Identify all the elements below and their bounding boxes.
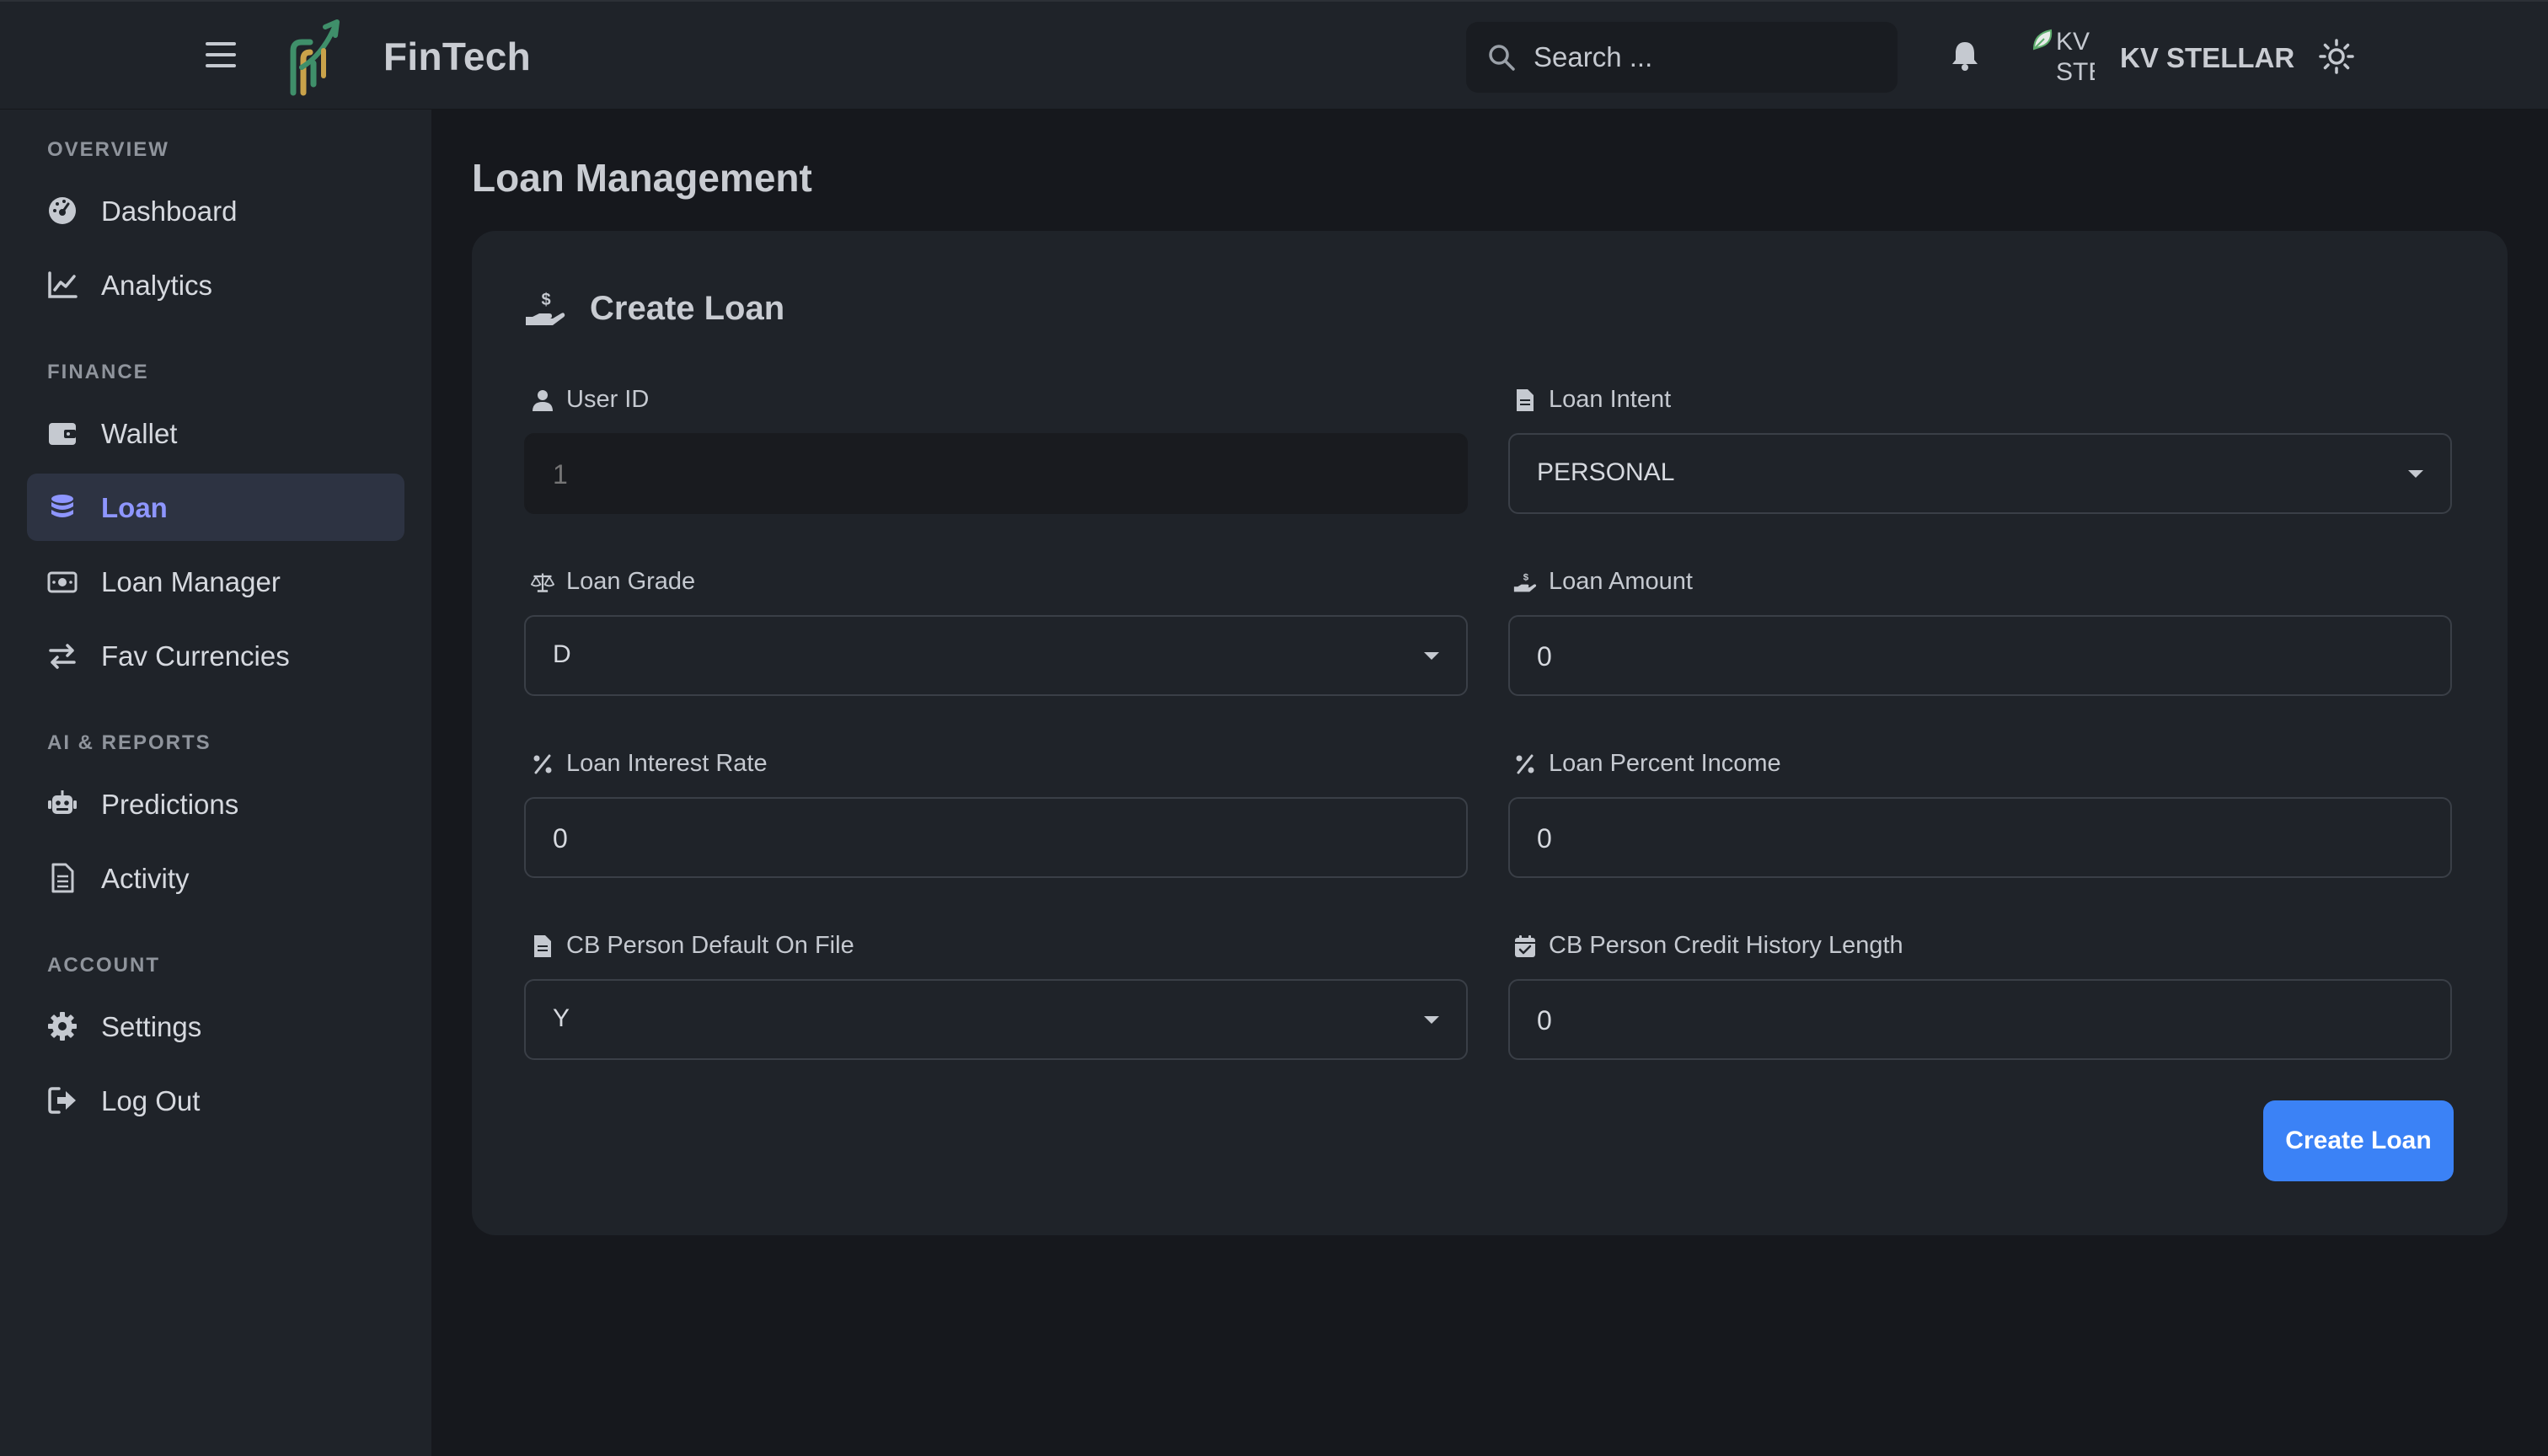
sidebar-item-loan[interactable]: Loan bbox=[27, 474, 404, 541]
create-loan-card: $ Create Loan User ID Loan Intent PERSO bbox=[472, 231, 2508, 1235]
default-on-file-label: CB Person Default On File bbox=[531, 932, 854, 960]
card-title: Create Loan bbox=[590, 290, 785, 327]
logout-icon bbox=[48, 1087, 76, 1114]
top-bar: FinTech KV STELLAR KV STELLAR bbox=[0, 0, 2548, 110]
user-name[interactable]: KV STELLAR bbox=[2120, 42, 2294, 74]
sidebar-item-label: Activity bbox=[101, 863, 190, 894]
sidebar-item-label: Wallet bbox=[101, 418, 178, 449]
user-id-label: User ID bbox=[531, 386, 649, 414]
avatar[interactable]: KV STELLAR bbox=[2031, 24, 2095, 88]
sidebar-item-label: Loan bbox=[101, 492, 168, 523]
credit-history-length-label: CB Person Credit History Length bbox=[1513, 932, 1903, 960]
loan-percent-income-input[interactable] bbox=[1537, 816, 2413, 861]
loan-interest-rate-field[interactable] bbox=[524, 797, 1468, 878]
sidebar-item-dashboard[interactable]: Dashboard bbox=[27, 177, 404, 244]
fintech-logo[interactable] bbox=[285, 17, 347, 98]
money-bill-icon bbox=[47, 571, 78, 593]
section-label-finance: FINANCE bbox=[47, 361, 149, 383]
file-icon bbox=[534, 934, 551, 957]
calendar-check-icon bbox=[1515, 934, 1535, 957]
bell-icon[interactable] bbox=[1948, 39, 1982, 72]
file-lines-icon bbox=[51, 863, 74, 893]
loan-amount-label: $ Loan Amount bbox=[1513, 568, 1693, 596]
loan-interest-rate-label: Loan Interest Rate bbox=[531, 750, 768, 778]
search-box[interactable] bbox=[1466, 22, 1898, 93]
sidebar-item-label: Predictions bbox=[101, 789, 239, 820]
coins-icon bbox=[51, 495, 73, 517]
loan-intent-label: Loan Intent bbox=[1513, 386, 1671, 414]
section-label-overview: OVERVIEW bbox=[47, 138, 169, 161]
section-label-account: ACCOUNT bbox=[47, 954, 160, 977]
hand-dollar-icon: $ bbox=[1513, 572, 1537, 592]
sidebar-item-settings[interactable]: Settings bbox=[27, 993, 404, 1060]
sidebar-item-label: Settings bbox=[101, 1011, 202, 1042]
brand-name: FinTech bbox=[383, 35, 532, 78]
user-id-input[interactable] bbox=[553, 452, 1429, 497]
chart-line-icon bbox=[48, 271, 78, 298]
sidebar-item-label: Loan Manager bbox=[101, 566, 281, 597]
caret-down-icon bbox=[2408, 470, 2423, 478]
sidebar: OVERVIEW Dashboard Analytics FINANCE Wal… bbox=[0, 110, 431, 1456]
gear-icon bbox=[48, 1012, 77, 1041]
sun-icon[interactable] bbox=[2319, 39, 2354, 74]
loan-percent-income-label: Loan Percent Income bbox=[1513, 750, 1781, 778]
caret-down-icon bbox=[1424, 652, 1439, 660]
svg-text:$: $ bbox=[1523, 572, 1529, 582]
scale-icon bbox=[531, 573, 554, 592]
default-on-file-value: Y bbox=[553, 1004, 570, 1032]
gauge-icon bbox=[49, 197, 76, 224]
user-id-field[interactable] bbox=[524, 433, 1468, 514]
search-input[interactable] bbox=[1534, 35, 1871, 79]
search-icon bbox=[1489, 45, 1515, 71]
page-title: Loan Management bbox=[472, 156, 812, 200]
loan-intent-value: PERSONAL bbox=[1537, 458, 1675, 486]
loan-amount-input[interactable] bbox=[1537, 634, 2413, 679]
loan-grade-select[interactable]: D bbox=[524, 615, 1468, 696]
sidebar-item-fav-currencies[interactable]: Fav Currencies bbox=[27, 622, 404, 689]
sidebar-item-activity[interactable]: Activity bbox=[27, 844, 404, 912]
exchange-icon bbox=[49, 644, 76, 669]
menu-toggle-icon[interactable] bbox=[206, 42, 236, 67]
loan-intent-select[interactable]: PERSONAL bbox=[1508, 433, 2452, 514]
svg-text:$: $ bbox=[541, 291, 550, 309]
credit-history-length-field[interactable] bbox=[1508, 979, 2452, 1060]
loan-interest-rate-input[interactable] bbox=[553, 816, 1429, 861]
hand-dollar-icon: $ bbox=[526, 291, 565, 325]
avatar-alt-text: KV STELLAR bbox=[2056, 28, 2095, 86]
sidebar-item-predictions[interactable]: Predictions bbox=[27, 770, 404, 838]
percent-icon bbox=[1516, 754, 1534, 774]
file-icon bbox=[1517, 388, 1534, 411]
sidebar-item-loan-manager[interactable]: Loan Manager bbox=[27, 548, 404, 615]
loan-grade-value: D bbox=[553, 640, 571, 668]
create-loan-button[interactable]: Create Loan bbox=[2263, 1100, 2454, 1181]
robot-icon bbox=[48, 790, 77, 814]
credit-history-length-input[interactable] bbox=[1537, 998, 2413, 1043]
user-icon bbox=[533, 389, 553, 411]
wallet-icon bbox=[49, 423, 76, 445]
broken-image-icon bbox=[2032, 29, 2053, 51]
sidebar-item-label: Fav Currencies bbox=[101, 640, 290, 672]
caret-down-icon bbox=[1424, 1016, 1439, 1024]
section-label-ai-reports: AI & REPORTS bbox=[47, 731, 211, 754]
sidebar-item-label: Dashboard bbox=[101, 195, 238, 227]
sidebar-item-analytics[interactable]: Analytics bbox=[27, 251, 404, 318]
sidebar-item-label: Analytics bbox=[101, 270, 213, 301]
loan-grade-label: Loan Grade bbox=[531, 568, 695, 596]
sidebar-item-label: Log Out bbox=[101, 1085, 201, 1116]
loan-percent-income-field[interactable] bbox=[1508, 797, 2452, 878]
loan-amount-field[interactable] bbox=[1508, 615, 2452, 696]
sidebar-item-log-out[interactable]: Log Out bbox=[27, 1067, 404, 1134]
sidebar-item-wallet[interactable]: Wallet bbox=[27, 399, 404, 467]
default-on-file-select[interactable]: Y bbox=[524, 979, 1468, 1060]
percent-icon bbox=[533, 754, 552, 774]
